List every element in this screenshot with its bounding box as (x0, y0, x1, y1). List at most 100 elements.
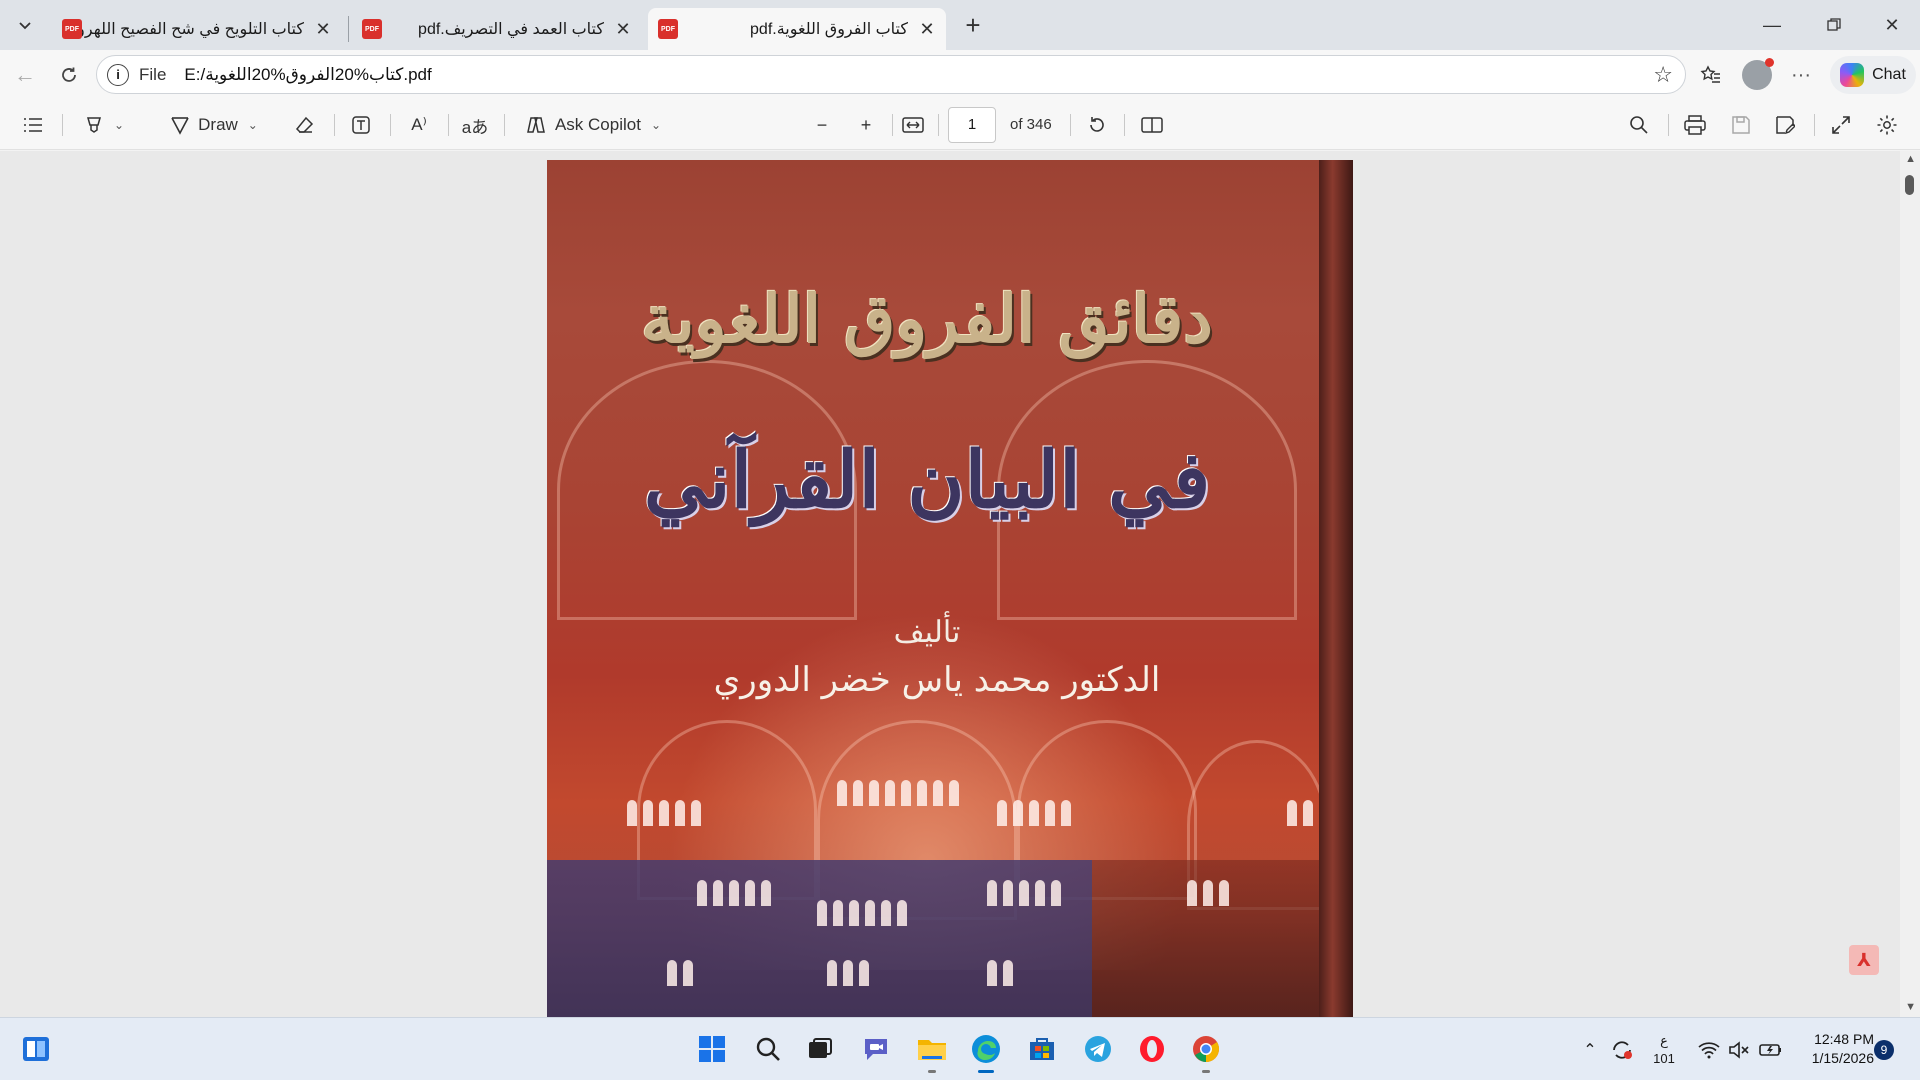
translate-button[interactable]: aあ (458, 110, 492, 140)
copilot-outline-icon (527, 117, 545, 133)
find-button[interactable] (1624, 110, 1654, 140)
file-explorer-app[interactable] (914, 1031, 950, 1073)
save-as-icon (1776, 116, 1795, 135)
read-aloud-button[interactable]: A⁾ (402, 110, 436, 140)
scheme-label: File (139, 64, 167, 84)
contents-button[interactable] (18, 110, 48, 140)
add-text-button[interactable] (346, 110, 376, 140)
refresh-button[interactable] (52, 58, 86, 92)
edge-app[interactable] (968, 1031, 1004, 1073)
volume-status[interactable] (1724, 1018, 1754, 1080)
scrollbar-thumb[interactable] (1905, 175, 1914, 195)
folder-icon (918, 1040, 946, 1060)
close-icon[interactable]: ✕ (314, 19, 332, 40)
fullscreen-button[interactable] (1826, 110, 1856, 140)
plus-icon: + (860, 114, 872, 135)
chrome-app[interactable] (1188, 1031, 1224, 1073)
draw-icon (171, 117, 189, 135)
taskbar-search-button[interactable] (750, 1031, 786, 1067)
scroll-down-arrow-icon[interactable]: ▼ (1905, 1001, 1916, 1013)
two-page-view-icon (1141, 117, 1163, 133)
windows-taskbar: ⌃ ع 101 12:48 PM 1/15/2026 9 (0, 1017, 1920, 1080)
page-number-input[interactable]: 1 (948, 107, 996, 143)
tab-divider (348, 16, 349, 42)
save-button[interactable] (1726, 110, 1756, 140)
new-tab-button[interactable]: + (958, 10, 988, 40)
close-window-button[interactable]: ✕ (1864, 0, 1920, 50)
teams-app[interactable] (858, 1031, 894, 1067)
telegram-app[interactable] (1080, 1031, 1116, 1067)
task-view-button[interactable] (802, 1031, 838, 1067)
print-button[interactable] (1680, 110, 1710, 140)
favorites-button[interactable] (1694, 58, 1728, 92)
rotate-button[interactable] (1082, 110, 1112, 140)
zoom-in-button[interactable]: + (852, 110, 880, 140)
draw-button[interactable]: Draw ⌄ (156, 110, 272, 140)
notification-count-badge[interactable]: 9 (1874, 1040, 1894, 1060)
star-icon[interactable]: ☆ (1653, 62, 1673, 88)
sync-status-icon[interactable] (1606, 1018, 1638, 1080)
info-icon[interactable]: i (107, 63, 129, 86)
url-text[interactable]: E:/كتاب%20الفروق%20اللغوية.pdf (184, 65, 431, 85)
input-language-indicator[interactable]: ع 101 (1652, 1032, 1676, 1068)
pdf-settings-button[interactable] (1872, 110, 1902, 140)
wifi-icon (1698, 1041, 1720, 1058)
toolbar-divider (448, 114, 449, 136)
tab-2-active[interactable]: PDF كتاب الفروق اللغوية.pdf ✕ (648, 8, 946, 50)
chevron-down-icon[interactable]: ⌄ (651, 118, 661, 132)
opera-app[interactable] (1134, 1031, 1170, 1067)
cover-author: الدكتور محمد ياس خضر الدوري (713, 660, 1161, 700)
adobe-acrobat-icon[interactable]: ⅄ (1849, 945, 1879, 975)
scroll-up-arrow-icon[interactable]: ▲ (1905, 153, 1916, 165)
volume-muted-icon (1729, 1040, 1749, 1059)
read-aloud-icon: A⁾ (411, 115, 427, 134)
start-button[interactable] (694, 1031, 730, 1067)
tab-1[interactable]: PDF كتاب العمد في التصريف.pdf ✕ (352, 8, 642, 50)
pdf-toolbar: ⌄ Draw ⌄ A⁾ aあ Ask Copilot ⌄ − + 1 of 34… (0, 100, 1920, 150)
chat-label: Chat (1872, 66, 1906, 83)
highlight-button[interactable]: ⌄ (74, 110, 134, 140)
vertical-scrollbar[interactable]: ▲ ▼ (1900, 151, 1920, 1017)
close-icon[interactable]: ✕ (918, 19, 936, 40)
copilot-chat-button[interactable]: Chat (1830, 56, 1916, 94)
erase-button[interactable] (290, 110, 320, 140)
ask-copilot-button[interactable]: Ask Copilot ⌄ (518, 110, 668, 140)
close-icon[interactable]: ✕ (614, 19, 632, 40)
battery-status[interactable] (1756, 1018, 1786, 1080)
toolbar-divider (1814, 114, 1815, 136)
minimize-button[interactable]: — (1744, 0, 1800, 50)
pdf-viewer[interactable]: دقائق الفروق اللغوية في البيان القرآني ت… (0, 151, 1920, 1017)
video-chat-icon (865, 1039, 887, 1060)
wifi-status[interactable] (1694, 1018, 1724, 1080)
search-icon (1630, 116, 1648, 134)
edge-browser-icon (972, 1035, 1000, 1063)
tab-0[interactable]: PDF كتاب التلويح في شح الفصيح اللهروى ✕ (52, 8, 342, 50)
fit-width-icon (902, 117, 924, 133)
save-as-button[interactable] (1770, 110, 1800, 140)
settings-more-button[interactable]: ··· (1784, 58, 1818, 92)
widgets-button[interactable] (18, 1031, 54, 1067)
favorites-icon (1700, 65, 1720, 83)
restore-button[interactable] (1806, 0, 1862, 50)
microsoft-store-app[interactable] (1024, 1031, 1060, 1067)
show-hidden-icons-button[interactable]: ⌃ (1578, 1018, 1602, 1080)
page-total: of 346 (1010, 116, 1052, 133)
chevron-down-icon[interactable]: ⌄ (114, 118, 124, 132)
task-view-icon (809, 1038, 832, 1058)
tab-actions-menu-button[interactable] (8, 8, 42, 42)
zoom-out-button[interactable]: − (808, 110, 836, 140)
cover-window-row (987, 880, 1061, 906)
search-icon (756, 1037, 780, 1061)
profile-avatar[interactable] (1742, 58, 1774, 90)
address-bar[interactable]: i File E:/كتاب%20الفروق%20اللغوية.pdf ☆ (96, 55, 1686, 94)
pdf-file-icon: PDF (362, 19, 382, 39)
page-view-button[interactable] (1136, 110, 1168, 140)
draw-label: Draw (198, 115, 238, 134)
translate-icon: aあ (461, 117, 489, 137)
cover-window-row (1187, 880, 1229, 906)
cover-window-row (627, 800, 701, 826)
fit-to-width-button[interactable] (898, 110, 928, 140)
chevron-down-icon[interactable]: ⌄ (248, 118, 258, 132)
back-button[interactable]: ← (8, 58, 42, 92)
system-clock[interactable]: 12:48 PM 1/15/2026 (1794, 1030, 1874, 1068)
